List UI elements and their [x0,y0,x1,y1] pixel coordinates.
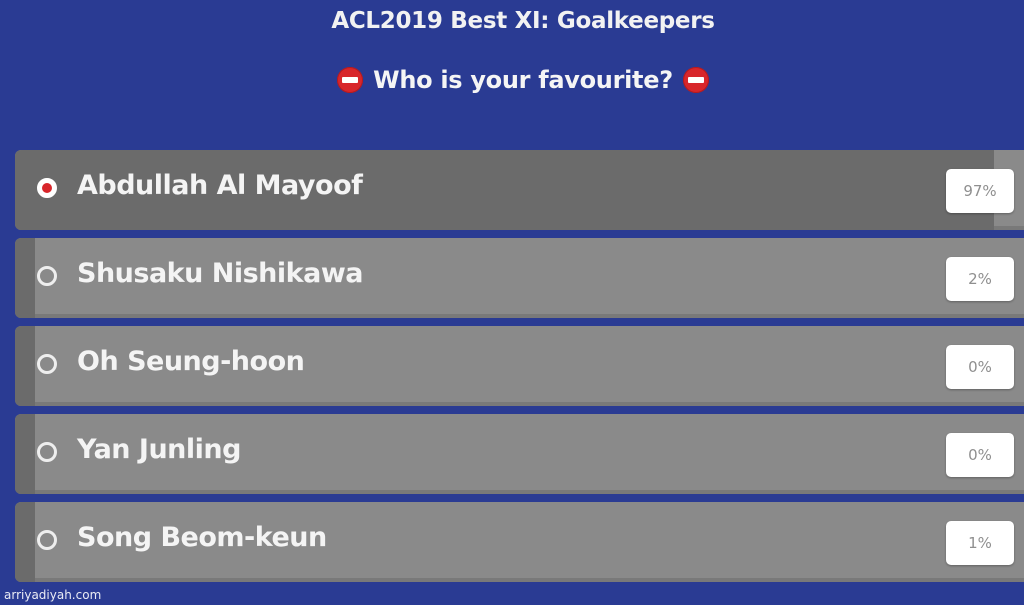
radio-button[interactable] [37,178,57,198]
poll-option[interactable]: Oh Seung-hoon 0% [15,326,1024,406]
option-name: Song Beom-keun [77,522,327,553]
percent-badge: 0% [946,433,1014,477]
radio-button[interactable] [37,530,57,550]
vote-share-bar [15,238,36,318]
radio-button[interactable] [37,266,57,286]
percent-badge: 97% [946,169,1014,213]
poll-question-text: Who is your favourite? [373,66,673,94]
poll-option[interactable]: Yan Junling 0% [15,414,1024,494]
no-entry-icon [682,67,709,93]
radio-button[interactable] [37,442,57,462]
poll-option[interactable]: Shusaku Nishikawa 2% [15,238,1024,318]
site-watermark: arriyadiyah.com [4,588,102,602]
vote-share-bar [15,414,36,494]
poll-widget: ACL2019 Best XI: Goalkeepers Who is your… [0,0,1024,605]
vote-share-bar [15,502,36,582]
radio-button[interactable] [37,354,57,374]
percent-badge: 2% [946,257,1014,301]
poll-option[interactable]: Song Beom-keun 1% [15,502,1024,582]
option-name: Yan Junling [77,434,241,465]
percent-badge: 0% [946,345,1014,389]
option-name: Abdullah Al Mayoof [77,170,363,201]
option-name: Oh Seung-hoon [77,346,305,377]
poll-title: ACL2019 Best XI: Goalkeepers [331,8,715,34]
poll-options-list: Abdullah Al Mayoof 97% Shusaku Nishikawa… [15,150,1024,590]
poll-option[interactable]: Abdullah Al Mayoof 97% [15,150,1024,230]
poll-question: Who is your favourite? [0,66,1024,94]
vote-share-bar [15,326,36,406]
percent-badge: 1% [946,521,1014,565]
no-entry-icon [337,67,364,93]
option-name: Shusaku Nishikawa [77,258,364,289]
